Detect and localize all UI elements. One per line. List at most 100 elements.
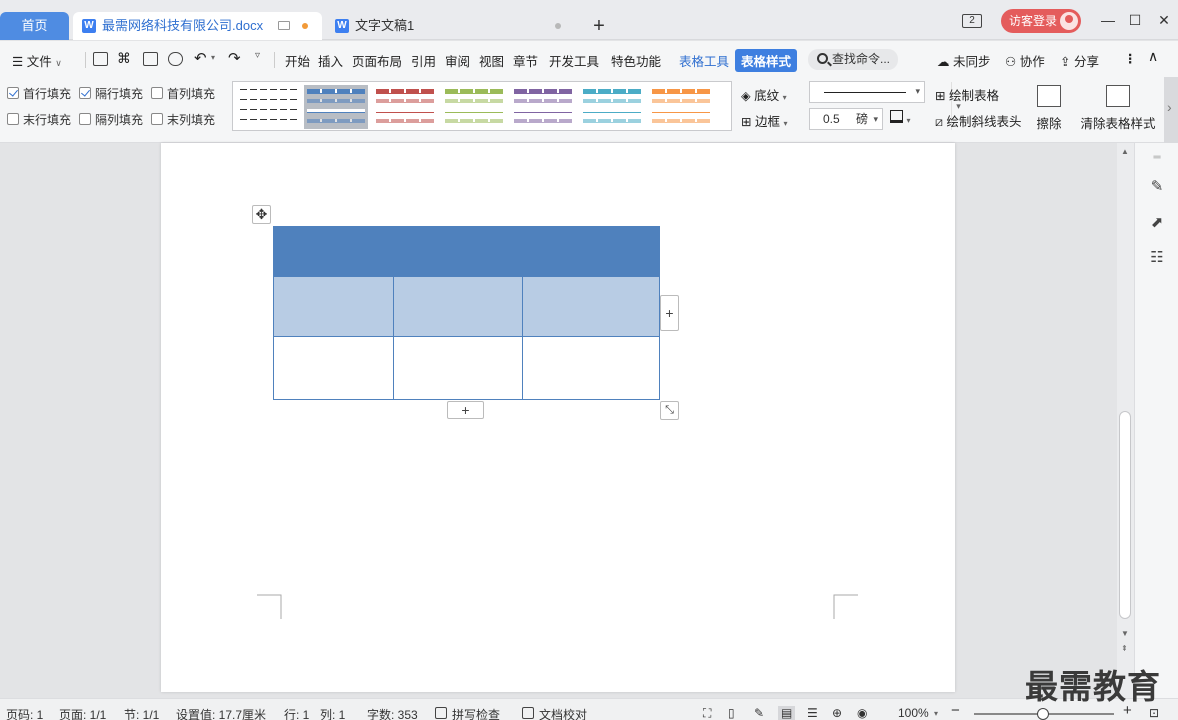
menu-item-review[interactable]: 审阅 — [445, 51, 470, 70]
fullscreen-icon[interactable]: ⛶ — [703, 706, 711, 720]
tab-home[interactable]: 首页 — [0, 12, 69, 40]
menu-item-insert[interactable]: 插入 — [318, 51, 343, 70]
status-position: 设置值: 17.7厘米 — [176, 708, 267, 720]
menu-item-view[interactable]: 视图 — [479, 51, 504, 70]
sync-status-button[interactable]: ☁ 未同步 — [937, 51, 991, 70]
save-icon[interactable] — [93, 52, 108, 66]
more-options-icon[interactable]: ⋮ — [1124, 51, 1137, 66]
table-style-swatch[interactable] — [649, 85, 713, 129]
read-mode-icon[interactable]: ▯ — [728, 706, 735, 720]
format-painter-icon[interactable]: ⌘ — [117, 50, 131, 67]
menu-item-chapter[interactable]: 章节 — [513, 51, 538, 70]
table-style-swatch[interactable] — [237, 85, 301, 129]
pen-icon[interactable]: ✎ — [1148, 178, 1166, 196]
table-cell[interactable] — [522, 336, 660, 400]
zoom-slider-knob[interactable] — [1037, 708, 1049, 720]
checkbox-box[interactable] — [79, 113, 91, 125]
checkbox-box[interactable] — [7, 113, 19, 125]
scroll-down-icon[interactable]: ▼ — [1121, 629, 1129, 638]
zoom-level-select[interactable]: 100% — [898, 706, 929, 720]
maximize-icon[interactable]: ☐ — [1124, 10, 1146, 30]
menu-item-features[interactable]: 特色功能 — [611, 51, 661, 70]
checkbox-box[interactable] — [7, 87, 19, 99]
page-view-icon[interactable]: ▤ — [778, 706, 796, 720]
line-weight-select[interactable]: 0.5 磅 ▾ — [809, 108, 883, 130]
menu-item-page-layout[interactable]: 页面布局 — [352, 51, 402, 70]
close-icon[interactable]: ✕ — [1153, 10, 1175, 30]
ribbon-scroll-right-icon[interactable] — [1164, 77, 1178, 143]
window-count-badge[interactable]: 2 — [962, 14, 982, 28]
shading-button[interactable]: ◈ 底纹 ▾ — [741, 85, 787, 104]
print-preview-icon[interactable] — [168, 52, 183, 66]
draw-diagonal-header-button[interactable]: ⧄ 绘制斜线表头 — [935, 111, 1021, 130]
table-cell[interactable] — [522, 276, 660, 337]
edit-mode-icon[interactable]: ✎ — [754, 706, 764, 720]
erase-button[interactable]: 擦除 — [1035, 85, 1063, 132]
prev-page-icon[interactable]: ⇞ — [1121, 644, 1128, 653]
zoom-out-icon[interactable]: − — [951, 702, 960, 719]
menu-item-start[interactable]: 开始 — [285, 51, 310, 70]
table-style-swatch[interactable] — [511, 85, 575, 129]
settings-sliders-icon[interactable]: ☷ — [1148, 249, 1166, 267]
draw-table-button[interactable]: ⊞ 绘制表格 — [935, 85, 999, 104]
visitor-login-button[interactable]: 访客登录 — [1001, 9, 1081, 33]
line-style-select[interactable]: ▾ — [809, 81, 925, 103]
spell-check-button[interactable]: 拼写检查 — [452, 706, 500, 720]
menu-item-table-style[interactable]: 表格样式 — [735, 49, 798, 72]
table-cell[interactable] — [393, 336, 523, 400]
menu-item-table-tools[interactable]: 表格工具 — [679, 51, 729, 70]
table-move-handle-icon[interactable]: ✥ — [252, 205, 271, 224]
undo-icon[interactable]: ↶ — [194, 49, 207, 67]
close-dot-icon[interactable] — [555, 23, 561, 29]
vertical-scrollbar[interactable]: ▲ ▼ ⇞ — [1117, 143, 1134, 698]
share-button[interactable]: ⇪ 分享 — [1060, 51, 1099, 70]
table-style-swatch[interactable] — [580, 85, 644, 129]
table-cell[interactable] — [273, 226, 394, 277]
file-menu[interactable]: ☰ 文件 ∨ — [12, 51, 62, 70]
table-style-swatch[interactable] — [304, 85, 368, 129]
table-cell[interactable] — [522, 226, 660, 277]
minimize-icon[interactable]: — — [1097, 10, 1119, 30]
collaborate-button[interactable]: ⚇ 协作 — [1005, 51, 1045, 70]
table-cell[interactable] — [273, 276, 394, 337]
table-resize-handle-icon[interactable]: ⤡ — [660, 401, 679, 420]
print-icon[interactable] — [143, 52, 158, 66]
tab-inactive-document[interactable]: W 文字文稿1 — [326, 12, 574, 40]
collapse-ribbon-icon[interactable]: ∧ — [1148, 48, 1158, 65]
status-pages[interactable]: 页面: 1/1 — [59, 706, 106, 720]
chevron-down-icon[interactable]: ▾ — [934, 709, 938, 718]
table-cell[interactable] — [273, 336, 394, 400]
fit-page-icon[interactable]: ⊡ — [1149, 706, 1159, 720]
table-style-swatch[interactable] — [442, 85, 506, 129]
border-button[interactable]: ⊞ 边框 ▾ — [741, 111, 787, 130]
tab-active-document[interactable]: W 最需网络科技有限公司.docx — [73, 12, 322, 40]
table-style-swatch[interactable] — [373, 85, 437, 129]
status-word-count[interactable]: 字数: 353 — [367, 706, 418, 720]
table-cell[interactable] — [393, 226, 523, 277]
outline-view-icon[interactable]: ☰ — [807, 706, 818, 720]
add-column-button[interactable]: + — [660, 295, 679, 331]
web-view-icon[interactable]: ⊕ — [832, 706, 842, 720]
checkbox-box[interactable] — [151, 87, 163, 99]
new-tab-plus-icon[interactable]: + — [589, 14, 609, 38]
table-cell[interactable] — [393, 276, 523, 337]
add-row-button[interactable]: + — [447, 401, 484, 419]
undo-dropdown-icon[interactable]: ▾ — [211, 53, 215, 62]
more-quick-access-icon[interactable]: ▿ — [255, 50, 260, 61]
scrollbar-thumb[interactable] — [1119, 411, 1131, 619]
menu-item-developer[interactable]: 开发工具 — [549, 51, 599, 70]
monitor-icon[interactable] — [278, 21, 290, 30]
checkbox-box[interactable] — [79, 87, 91, 99]
unsaved-dot-icon[interactable] — [302, 23, 308, 29]
checkbox-box[interactable] — [151, 113, 163, 125]
menu-item-references[interactable]: 引用 — [411, 51, 436, 70]
clear-table-style-button[interactable]: 清除表格样式 — [1080, 85, 1156, 132]
document-table[interactable] — [273, 226, 660, 400]
eye-protection-icon[interactable]: ◉ — [857, 706, 867, 720]
command-search[interactable]: 查找命令... — [808, 49, 898, 70]
pen-color-button[interactable]: ▾ — [890, 110, 911, 126]
doc-proof-button[interactable]: 文档校对 — [539, 706, 587, 720]
scroll-up-icon[interactable]: ▲ — [1121, 147, 1129, 156]
redo-icon[interactable]: ↷ — [228, 49, 241, 67]
select-cursor-icon[interactable]: ⬈ — [1148, 214, 1166, 232]
